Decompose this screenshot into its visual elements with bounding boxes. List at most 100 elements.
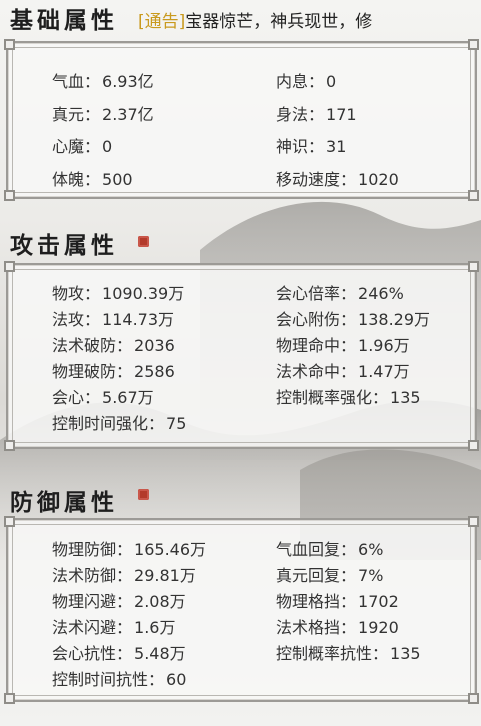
stat-label: 气血回复: [276, 540, 341, 559]
stat-label: 气血: [52, 72, 85, 91]
stat-separator: ：: [116, 566, 133, 585]
stat-label: 法术闪避: [52, 618, 117, 637]
stat-label: 真元回复: [276, 566, 341, 585]
stat-attack: 会心附伤： 138.29万: [276, 306, 430, 330]
stat-separator: ：: [340, 169, 357, 189]
stat-separator: ：: [340, 362, 357, 381]
stat-separator: ：: [84, 310, 101, 329]
stat-basic: 身法： 171: [276, 101, 357, 125]
stat-value: 75: [166, 414, 187, 433]
stat-basic: 内息： 0: [276, 68, 336, 92]
stat-basic: 神识： 31: [276, 133, 346, 157]
stat-label: 法攻: [52, 310, 85, 329]
stat-separator: ：: [340, 540, 357, 559]
stat-label: 法术防御: [52, 566, 117, 585]
stat-defense: 控制时间抗性： 60: [52, 666, 186, 690]
stat-attack: 物理命中： 1.96万: [276, 332, 410, 356]
notice-tag: [通告]: [138, 12, 186, 32]
section-title-attack: 攻击属性: [10, 232, 118, 259]
stat-value: 138.29万: [358, 310, 431, 329]
stat-separator: ：: [372, 388, 389, 407]
stat-value: 1020: [358, 169, 399, 189]
system-notice[interactable]: [通告]宝器惊芒，神兵现世，修: [138, 7, 372, 32]
stat-value: 1920: [358, 618, 399, 637]
stat-basic: 心魔： 0: [52, 133, 112, 157]
stat-label: 会心: [52, 388, 85, 407]
stat-value: 5.48万: [134, 644, 186, 663]
stat-defense: 法术格挡： 1920: [276, 614, 399, 638]
stat-separator: ：: [148, 414, 165, 433]
stat-separator: ：: [308, 137, 325, 156]
stat-separator: ：: [340, 618, 357, 637]
stat-label: 物理格挡: [276, 592, 341, 611]
stat-value: 0: [326, 72, 337, 91]
stat-attack: 法术命中： 1.47万: [276, 358, 410, 382]
panel-basic: 气血： 6.93亿 内息： 0 真元： 2.37亿 身法： 171 心魔： 0 神识： 31 体魄： 50…: [4, 39, 479, 201]
stat-separator: ：: [372, 644, 389, 663]
stat-value: 0: [102, 137, 113, 156]
stat-defense: 法术防御： 29.81万: [52, 562, 196, 586]
stat-label: 法术格挡: [276, 618, 341, 637]
stat-label: 神识: [276, 137, 309, 156]
stat-separator: ：: [340, 310, 357, 329]
stat-separator: ：: [340, 336, 357, 355]
stat-label: 控制概率抗性: [276, 644, 373, 663]
stat-separator: ：: [148, 670, 165, 689]
stat-value: 60: [166, 670, 187, 689]
stat-separator: ：: [84, 137, 101, 156]
stat-value: 246%: [358, 284, 404, 303]
section-title-basic: 基础属性: [10, 7, 118, 34]
stat-defense: 真元回复： 7%: [276, 562, 383, 586]
stat-label: 法术破防: [52, 336, 117, 355]
stat-separator: ：: [116, 592, 133, 611]
stat-value: 2586: [134, 362, 175, 381]
panel-attack: 物攻： 1090.39万 会心倍率： 246% 法攻： 114.73万 会心附伤： 138.2…: [4, 261, 479, 451]
stat-separator: ：: [84, 388, 101, 407]
stat-value: 1090.39万: [102, 284, 185, 303]
notice-text: 宝器惊芒，神兵现世，修: [185, 12, 373, 32]
stat-separator: ：: [84, 284, 101, 303]
stat-defense: 物理防御： 165.46万: [52, 536, 206, 560]
stat-defense: 法术闪避： 1.6万: [52, 614, 175, 638]
stat-label: 物理破防: [52, 362, 117, 381]
stat-label: 会心附伤: [276, 310, 341, 329]
stat-value: 1.6万: [134, 618, 176, 637]
stat-separator: ：: [84, 104, 101, 124]
stat-value: 135: [390, 388, 421, 407]
stat-separator: ：: [116, 618, 133, 637]
stat-value: 1.96万: [358, 336, 410, 355]
stat-basic: 气血： 6.93亿: [52, 68, 154, 92]
stat-attack: 控制时间强化： 75: [52, 410, 186, 434]
stat-basic: 体魄： 500: [52, 166, 133, 190]
stat-value: 31: [326, 137, 347, 156]
stat-separator: ：: [308, 72, 325, 91]
stat-basic: 真元： 2.37亿: [52, 101, 154, 125]
stat-value: 6%: [358, 540, 384, 559]
stat-value: 165.46万: [134, 540, 207, 559]
stat-basic: 移动速度： 1020: [276, 166, 399, 190]
stat-label: 物理闪避: [52, 592, 117, 611]
stat-label: 控制时间抗性: [52, 670, 149, 689]
stat-defense: 物理格挡： 1702: [276, 588, 399, 612]
stat-value: 114.73万: [102, 310, 175, 329]
stat-separator: ：: [116, 644, 133, 663]
stat-value: 2.37亿: [102, 104, 154, 124]
stat-label: 物理防御: [52, 540, 117, 559]
stat-defense: 会心抗性： 5.48万: [52, 640, 186, 664]
stat-separator: ：: [116, 540, 133, 559]
stat-separator: ：: [308, 104, 325, 124]
section-title-defense: 防御属性: [10, 489, 118, 516]
stat-label: 物理命中: [276, 336, 341, 355]
stat-separator: ：: [116, 362, 133, 381]
stat-label: 物攻: [52, 284, 85, 303]
stat-label: 内息: [276, 72, 309, 91]
stat-value: 171: [326, 104, 357, 124]
stat-defense: 物理闪避： 2.08万: [52, 588, 186, 612]
stat-attack: 物攻： 1090.39万: [52, 280, 184, 304]
stat-separator: ：: [84, 169, 101, 189]
stat-label: 会心抗性: [52, 644, 117, 663]
stat-label: 移动速度: [276, 169, 341, 189]
stat-label: 控制时间强化: [52, 414, 149, 433]
panel-defense: 物理防御： 165.46万 气血回复： 6% 法术防御： 29.81万 真元回复： 7% 物理闪…: [4, 516, 479, 704]
stat-label: 法术命中: [276, 362, 341, 381]
